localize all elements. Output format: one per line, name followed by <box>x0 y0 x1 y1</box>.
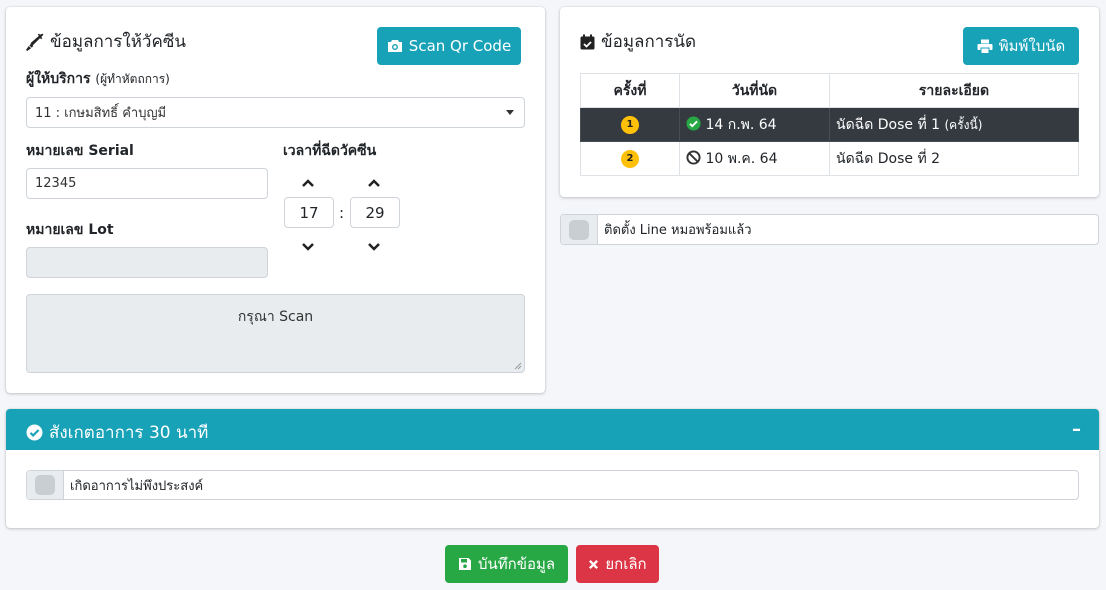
hour-value: 17 <box>299 203 319 222</box>
collapse-button[interactable]: – <box>1072 419 1081 440</box>
minus-icon: – <box>1072 419 1081 440</box>
calendar-check-icon <box>580 34 595 49</box>
time-label: เวลาที่ฉีดวัคซีน <box>283 143 377 159</box>
minute-input[interactable]: 29 <box>350 197 400 228</box>
observation-header: สังเกตอาการ 30 นาที – <box>6 409 1099 450</box>
save-label: บันทึกข้อมูล <box>477 555 556 573</box>
serial-input[interactable]: 12345 <box>26 168 268 199</box>
row-detail-text: นัดฉีด Dose ที่ 1 <box>836 116 941 133</box>
resize-handle-icon[interactable] <box>512 360 522 370</box>
ban-icon <box>686 149 701 165</box>
provider-select-value: 11 : เกษมสิทธิ์ คำบุญมี <box>35 106 167 121</box>
minute-value: 29 <box>365 203 385 222</box>
table-row[interactable]: 2 10 พ.ค. 64 นัดฉีด Dose ที่ 2 <box>580 141 1079 176</box>
row-date-text: 14 ก.พ. 64 <box>705 116 777 133</box>
save-icon <box>458 558 471 570</box>
row-no-cell: 1 <box>580 107 680 142</box>
save-button[interactable]: บันทึกข้อมูล <box>445 545 568 583</box>
vaccine-card-title-text: ข้อมูลการให้วัคซีน <box>50 32 187 52</box>
chevron-down-icon <box>506 110 514 115</box>
provider-label-text: ผู้ให้บริการ <box>26 71 91 87</box>
col-date-header: วันที่นัด <box>679 73 830 108</box>
row-detail-text: นัดฉีด Dose ที่ 2 <box>836 150 941 167</box>
row-detail-cell: นัดฉีด Dose ที่ 2 <box>829 141 1079 176</box>
line-installed-checkbox-cell[interactable] <box>561 215 598 244</box>
observation-card: สังเกตอาการ 30 นาที – เกิดอาการไม่พึงประ… <box>6 409 1099 528</box>
cancel-button[interactable]: ยกเลิก <box>576 545 659 583</box>
scan-qr-label: Scan Qr Code <box>408 37 512 55</box>
dose-badge: 1 <box>621 115 639 134</box>
appointment-card: ข้อมูลการนัด พิมพ์ใบนัด ครั้งที่ วันที่น… <box>560 7 1099 197</box>
provider-sublabel: (ผู้ทำหัตถการ) <box>95 72 170 86</box>
col-no-header: ครั้งที่ <box>580 73 680 108</box>
line-installed-label: ติดตั้ง Line หมอพร้อมแล้ว <box>604 223 752 238</box>
appointment-card-title-text: ข้อมูลการนัด <box>601 32 697 52</box>
syringe-icon <box>26 33 44 51</box>
line-installed-checkbox-group[interactable]: ติดตั้ง Line หมอพร้อมแล้ว <box>560 214 1099 245</box>
check-circle-icon <box>686 115 701 131</box>
print-icon <box>977 39 993 54</box>
minute-down-icon[interactable] <box>362 239 386 255</box>
hour-up-icon[interactable] <box>296 175 320 191</box>
row-date-text: 10 พ.ค. 64 <box>705 150 778 167</box>
appointment-table: ครั้งที่ วันที่นัด รายละเอียด 1 14 ก.พ. … <box>580 73 1079 176</box>
row-detail-note: (ครั้งนี้) <box>944 117 983 132</box>
line-installed-checkbox[interactable] <box>569 219 589 240</box>
adverse-event-checkbox[interactable] <box>35 475 55 495</box>
table-row[interactable]: 1 14 ก.พ. 64 นัดฉีด Dose ที่ 1 (ครั้งนี้… <box>580 107 1079 142</box>
adverse-event-checkbox-group[interactable]: เกิดอาการไม่พึงประสงค์ <box>26 470 1079 500</box>
hour-input[interactable]: 17 <box>284 197 334 228</box>
scan-qr-button[interactable]: Scan Qr Code <box>377 27 521 65</box>
row-no-cell: 2 <box>580 141 680 176</box>
check-circle-icon <box>26 424 43 441</box>
row-date-cell: 10 พ.ค. 64 <box>679 141 830 176</box>
close-icon <box>589 559 599 569</box>
vaccine-card: ข้อมูลการให้วัคซีน Scan Qr Code ผู้ให้บร… <box>6 7 545 393</box>
serial-input-value: 12345 <box>35 176 77 191</box>
print-appointment-button[interactable]: พิมพ์ใบนัด <box>963 27 1079 65</box>
provider-select[interactable]: 11 : เกษมสิทธิ์ คำบุญมี <box>26 97 525 128</box>
col-detail-header: รายละเอียด <box>829 73 1079 108</box>
provider-label: ผู้ให้บริการ (ผู้ทำหัตถการ) <box>26 68 170 90</box>
row-date-cell: 14 ก.พ. 64 <box>679 107 830 142</box>
row-detail-cell: นัดฉีด Dose ที่ 1 (ครั้งนี้) <box>829 107 1079 142</box>
dose-badge: 2 <box>621 149 639 168</box>
scan-textarea[interactable]: กรุณา Scan <box>26 294 525 373</box>
minute-up-icon[interactable] <box>362 175 386 191</box>
vaccine-card-title: ข้อมูลการให้วัคซีน <box>26 28 186 55</box>
camera-icon <box>387 40 402 52</box>
adverse-event-checkbox-cell[interactable] <box>27 471 64 499</box>
adverse-event-label: เกิดอาการไม่พึงประสงค์ <box>70 478 204 494</box>
lot-label: หมายเลข Lot <box>26 222 114 238</box>
observation-title: สังเกตอาการ 30 นาที <box>26 419 208 446</box>
observation-title-text: สังเกตอาการ 30 นาที <box>49 423 209 443</box>
print-appointment-label: พิมพ์ใบนัด <box>998 37 1066 55</box>
appointment-card-title: ข้อมูลการนัด <box>580 28 696 55</box>
lot-input[interactable] <box>26 247 268 278</box>
scan-textarea-placeholder: กรุณา Scan <box>237 309 314 325</box>
time-separator: : <box>339 204 345 222</box>
hour-down-icon[interactable] <box>296 239 320 255</box>
serial-label: หมายเลข Serial <box>26 143 134 159</box>
cancel-label: ยกเลิก <box>605 555 647 573</box>
